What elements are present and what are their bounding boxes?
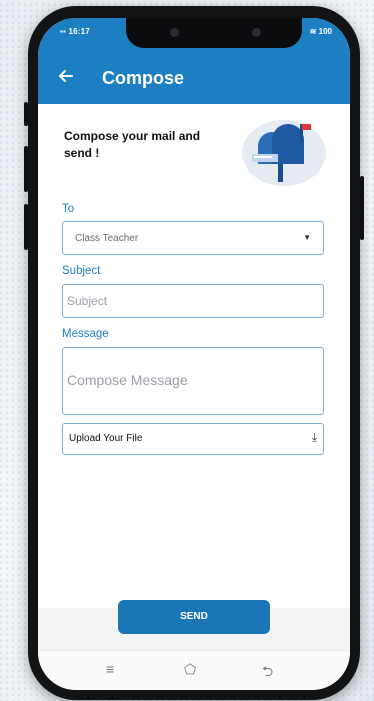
- wifi-icon: ≋: [309, 27, 319, 36]
- message-label: Message: [62, 328, 109, 340]
- recipient-value: Class Teacher: [75, 233, 139, 244]
- volume-button: [24, 102, 28, 126]
- home-icon[interactable]: ⬠: [184, 661, 196, 678]
- volume-down-button: [24, 204, 28, 250]
- send-button[interactable]: SEND: [118, 600, 270, 634]
- message-placeholder: Compose Message: [67, 372, 188, 388]
- to-label: To: [62, 203, 75, 215]
- volume-up-button: [24, 146, 28, 192]
- subject-label: Subject: [62, 265, 101, 277]
- file-upload-field[interactable]: Upload Your File ⤓: [62, 423, 324, 455]
- mailbox-icon: [252, 124, 311, 182]
- camera-notch: [126, 18, 302, 48]
- mailbox-illustration: [242, 120, 326, 186]
- upload-icon: ⤓: [311, 430, 317, 444]
- back-icon[interactable]: ⮌: [262, 661, 273, 685]
- phone-frame: ▪▪ 16:17 ≋ 100 Compose Compose your mail…: [24, 6, 364, 700]
- chevron-down-icon: ▼: [303, 233, 311, 242]
- camera-icon: [170, 28, 179, 37]
- message-textarea[interactable]: Compose Message: [62, 347, 324, 415]
- status-battery: ≋ 100: [309, 27, 332, 36]
- power-button: [360, 176, 364, 240]
- screen: ▪▪ 16:17 ≋ 100 Compose Compose your mail…: [38, 18, 350, 690]
- app-bar: ▪▪ 16:17 ≋ 100 Compose: [38, 18, 350, 104]
- compose-heading: Compose your mail and send !: [64, 129, 201, 160]
- sensor-icon: [252, 28, 261, 37]
- signal-icon: ▪▪: [60, 27, 69, 36]
- subject-input[interactable]: Subject: [62, 284, 324, 318]
- system-nav-bar: ≡ ⬠ ⮌: [38, 650, 350, 690]
- back-arrow-icon[interactable]: [58, 68, 74, 87]
- recipient-select[interactable]: Class Teacher ▼: [62, 221, 324, 255]
- page-title: Compose: [102, 68, 185, 88]
- menu-icon[interactable]: ≡: [106, 661, 114, 677]
- status-time: ▪▪ 16:17: [60, 27, 90, 36]
- subject-placeholder: Subject: [67, 294, 108, 308]
- upload-label: Upload Your File: [69, 433, 143, 444]
